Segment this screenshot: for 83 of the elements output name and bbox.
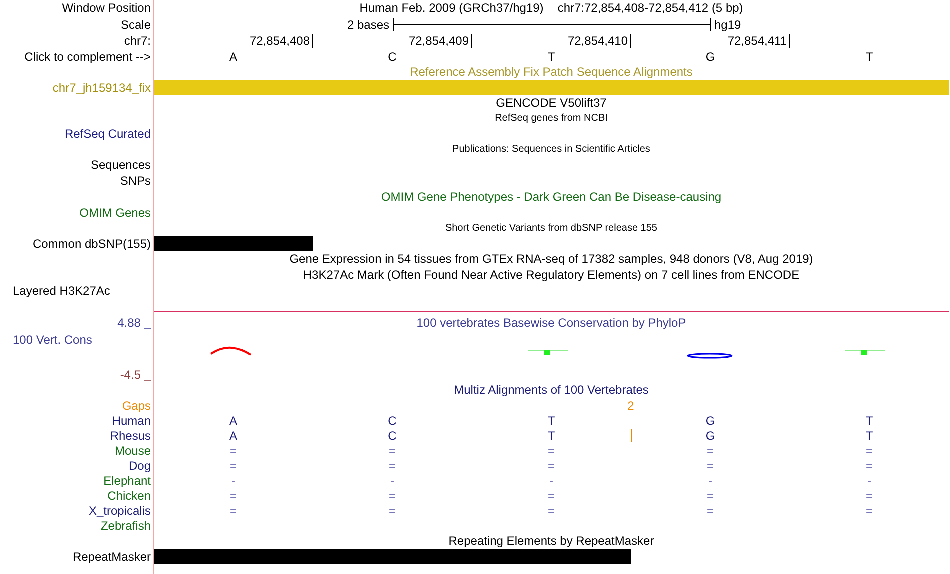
- axis-label: -4.5 _: [120, 368, 151, 382]
- base-letter: A: [228, 50, 238, 64]
- alignment-base: =: [388, 444, 397, 458]
- alignment-base: =: [546, 444, 556, 458]
- species-label[interactable]: Dog: [128, 458, 151, 472]
- alignment-base: -: [390, 474, 396, 488]
- alignment-base: C: [387, 414, 398, 428]
- track-label[interactable]: Sequences: [90, 158, 151, 172]
- alignment-base: -: [866, 474, 872, 488]
- alignment-base: T: [546, 414, 556, 428]
- axis-label: 4.88 _: [118, 316, 151, 330]
- alignment-base: =: [228, 444, 238, 458]
- species-label[interactable]: X_tropicalis: [88, 504, 151, 518]
- track-subtitle: Short Genetic Variants from dbSNP release 155: [446, 223, 658, 234]
- alignment-base: C: [387, 428, 398, 442]
- species-label[interactable]: Mouse: [114, 444, 151, 458]
- track-title: Reference Assembly Fix Patch Sequence Alignments: [410, 65, 693, 79]
- track-label[interactable]: OMIM Genes: [80, 206, 151, 220]
- alignment-base: T: [864, 428, 874, 442]
- track-label[interactable]: RepeatMasker: [72, 550, 151, 564]
- ruler-tick: 72,854,411: [728, 34, 790, 48]
- species-label[interactable]: Elephant: [104, 474, 151, 488]
- row-label: Scale: [120, 18, 151, 32]
- track-label[interactable]: RefSeq Curated: [64, 127, 151, 141]
- species-label[interactable]: Rhesus: [110, 428, 151, 442]
- ruler-tick: 72,854,410: [568, 34, 631, 48]
- complement-link[interactable]: Click to complement -->: [24, 50, 151, 64]
- position-title: chr7:72,854,408-72,854,412 (5 bp): [558, 1, 744, 15]
- alignment-base: A: [228, 414, 238, 428]
- alignment-base: =: [706, 504, 715, 518]
- alignment-base: =: [228, 488, 238, 502]
- alignment-base: =: [228, 504, 238, 518]
- base-letter: C: [387, 50, 398, 64]
- alignment-base: -: [230, 474, 236, 488]
- gap-count: 2: [628, 398, 634, 412]
- track-title: Gene Expression in 54 tissues from GTEx RNA-seq of 17382 samples, 948 donors (V8, Aug 2019): [290, 252, 814, 266]
- alignment-base: =: [228, 458, 238, 472]
- track-title: Repeating Elements by RepeatMasker: [448, 534, 654, 548]
- track-title: H3K27Ac Mark (Often Found Near Active Regulatory Elements) on 7 cell lines from ENCODE: [303, 268, 800, 282]
- alignment-base: =: [546, 488, 556, 502]
- alignment-base: T: [546, 428, 556, 442]
- row-label: Window Position: [62, 1, 151, 15]
- track-label[interactable]: 100 Vert. Cons: [13, 333, 92, 347]
- alignment-base: =: [388, 488, 397, 502]
- track-subtitle: RefSeq genes from NCBI: [495, 113, 608, 124]
- alignment-base: -: [548, 474, 554, 488]
- track-label[interactable]: Layered H3K27Ac: [13, 284, 110, 298]
- scale-length: 2 bases: [347, 18, 390, 32]
- track-title: OMIM Gene Phenotypes - Dark Green Can Be Disease-causing: [381, 190, 722, 204]
- base-letter: T: [546, 50, 556, 64]
- assembly-title: Human Feb. 2009 (GRCh37/hg19): [360, 1, 544, 15]
- alignment-base: =: [864, 458, 874, 472]
- alignment-base: =: [706, 444, 715, 458]
- alignment-base: =: [388, 458, 397, 472]
- base-letter: G: [704, 50, 716, 64]
- track-subtitle: Publications: Sequences in Scientific Articles: [452, 144, 650, 155]
- species-label[interactable]: Zebrafish: [100, 518, 151, 532]
- alignment-base: A: [228, 428, 238, 442]
- species-label[interactable]: Chicken: [108, 488, 151, 502]
- species-label[interactable]: Human: [112, 414, 151, 428]
- alignment-base: =: [706, 488, 715, 502]
- alignment-base: =: [546, 504, 556, 518]
- track-title: 100 vertebrates Basewise Conservation by PhyloP: [416, 316, 686, 330]
- ruler-tick: 72,854,409: [408, 34, 472, 48]
- alignment-base: =: [864, 504, 874, 518]
- database-name: hg19: [714, 18, 742, 32]
- alignment-base: T: [864, 414, 874, 428]
- alignment-base: G: [704, 414, 716, 428]
- alignment-base: =: [546, 458, 556, 472]
- track-label[interactable]: Common dbSNP(155): [32, 236, 151, 250]
- alignment-base: -: [708, 474, 714, 488]
- track-title: Multiz Alignments of 100 Vertebrates: [454, 383, 649, 397]
- alignment-base: =: [388, 504, 397, 518]
- alignment-base: =: [864, 444, 874, 458]
- alignment-base: =: [864, 488, 874, 502]
- row-label: chr7:: [124, 34, 151, 48]
- gaps-label: Gaps: [122, 398, 151, 412]
- ruler-tick: 72,854,408: [250, 34, 313, 48]
- track-label[interactable]: SNPs: [120, 174, 151, 188]
- alignment-base: G: [704, 428, 716, 442]
- alignment-base: =: [706, 458, 715, 472]
- track-title: GENCODE V50lift37: [496, 96, 607, 110]
- base-letter: T: [864, 50, 874, 64]
